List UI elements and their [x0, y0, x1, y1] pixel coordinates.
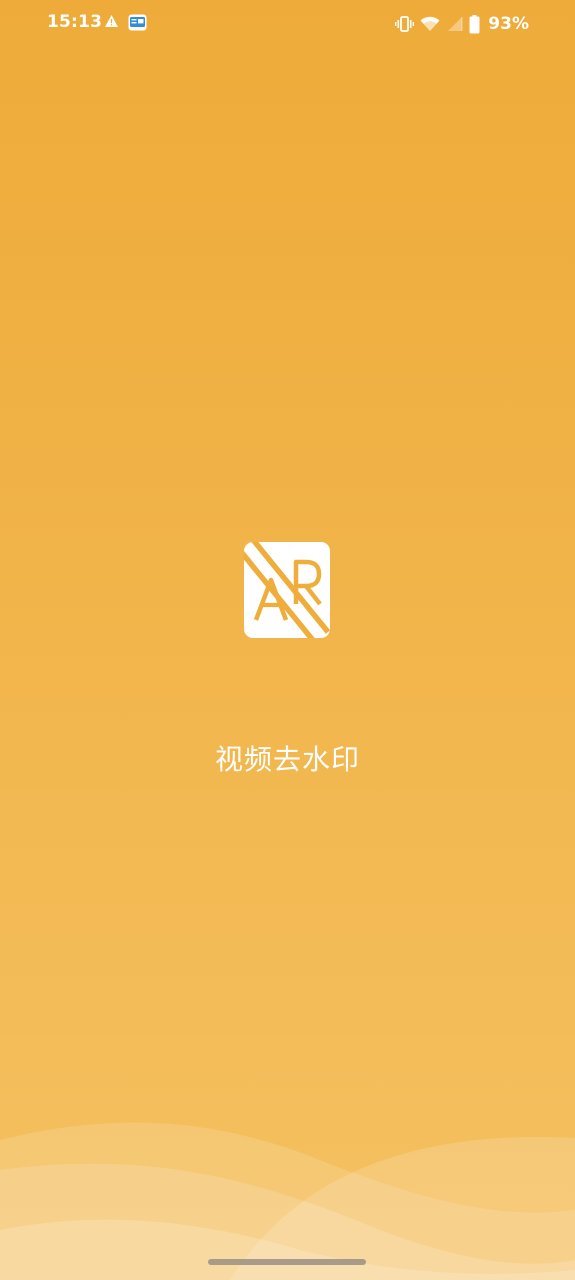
app-badge-icon	[128, 14, 147, 31]
status-bar: 15:13 93%	[0, 0, 575, 48]
decorative-waves	[0, 1122, 575, 1280]
app-name: 视频去水印	[214, 743, 360, 776]
vibrate-icon	[395, 16, 415, 32]
status-time: 15:13	[47, 12, 103, 32]
wifi-icon	[420, 16, 440, 31]
signal-icon	[448, 17, 463, 31]
battery-icon	[469, 14, 480, 33]
watermark-remove-logo-icon	[244, 542, 330, 638]
status-right-group: 93%	[395, 12, 529, 36]
battery-percent: 93%	[488, 14, 529, 34]
home-indicator[interactable]	[208, 1259, 366, 1265]
warning-icon	[105, 15, 118, 27]
